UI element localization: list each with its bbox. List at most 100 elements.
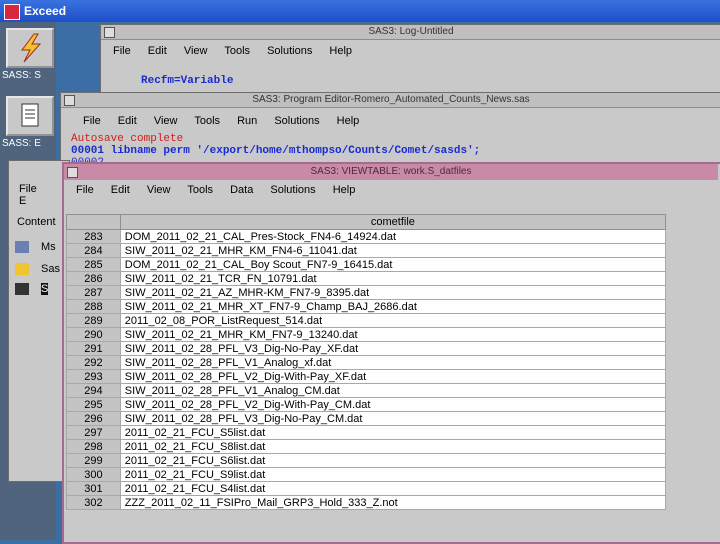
- table-row[interactable]: 290 SIW_2011_02_21_MHR_KM_FN7-9_13240.dat: [66, 327, 667, 342]
- table-row[interactable]: 300 2011_02_21_FCU_S9list.dat: [66, 467, 667, 482]
- cometfile-cell[interactable]: SIW_2011_02_28_PFL_V1_Analog_CM.dat: [119, 383, 667, 398]
- explorer-menu-file[interactable]: File: [19, 183, 37, 195]
- menu-solutions[interactable]: Solutions: [267, 45, 312, 57]
- row-number[interactable]: 295: [66, 397, 121, 412]
- cometfile-cell[interactable]: SIW_2011_02_21_MHR_KM_FN7-9_13240.dat: [119, 327, 667, 342]
- menu-file[interactable]: File: [83, 115, 101, 127]
- library-icon[interactable]: [15, 241, 29, 253]
- explorer-item-1[interactable]: Ms: [41, 241, 56, 253]
- table-row[interactable]: 288 SIW_2011_02_21_MHR_XT_FN7-9_Champ_BAJ…: [66, 299, 667, 314]
- row-number[interactable]: 283: [66, 229, 121, 244]
- explorer-contents-heading: Content: [17, 216, 56, 228]
- column-header-cometfile[interactable]: cometfile: [119, 214, 667, 230]
- row-number[interactable]: 292: [66, 355, 121, 370]
- table-row[interactable]: 286 SIW_2011_02_21_TCR_FN_10791.dat: [66, 271, 667, 286]
- row-number[interactable]: 287: [66, 285, 121, 300]
- row-number[interactable]: 296: [66, 411, 121, 426]
- menu-edit[interactable]: Edit: [148, 45, 167, 57]
- menu-help[interactable]: Help: [329, 45, 352, 57]
- cometfile-cell[interactable]: DOM_2011_02_21_CAL_Boy Scout_FN7-9_16415…: [119, 257, 667, 272]
- table-row[interactable]: 292 SIW_2011_02_28_PFL_V1_Analog_xf.dat: [66, 355, 667, 370]
- table-row[interactable]: 283 DOM_2011_02_21_CAL_Pres-Stock_FN4-6_1…: [66, 229, 667, 244]
- menu-data[interactable]: Data: [230, 184, 253, 196]
- table-row[interactable]: 297 2011_02_21_FCU_S5list.dat: [66, 425, 667, 440]
- exceed-logo-icon: [4, 4, 20, 20]
- close-icon[interactable]: [64, 95, 75, 106]
- table-row[interactable]: 295 SIW_2011_02_28_PFL_V2_Dig-With-Pay_CM…: [66, 397, 667, 412]
- viewtable-menubar: File Edit View Tools Data Solutions Help: [76, 184, 720, 202]
- cometfile-cell[interactable]: SIW_2011_02_28_PFL_V2_Dig-With-Pay_CM.da…: [119, 397, 667, 412]
- menu-view[interactable]: View: [184, 45, 208, 57]
- table-row[interactable]: 298 2011_02_21_FCU_S8list.dat: [66, 439, 667, 454]
- cometfile-cell[interactable]: 2011_02_21_FCU_S5list.dat: [119, 425, 667, 440]
- row-number[interactable]: 297: [66, 425, 121, 440]
- data-table: cometfile 283 DOM_2011_02_21_CAL_Pres-Sto…: [66, 214, 667, 510]
- row-number[interactable]: 286: [66, 271, 121, 286]
- row-number[interactable]: 291: [66, 341, 121, 356]
- row-number[interactable]: 300: [66, 467, 121, 482]
- row-number-header: [66, 214, 121, 230]
- menu-edit[interactable]: Edit: [118, 115, 137, 127]
- row-number[interactable]: 294: [66, 383, 121, 398]
- menu-view[interactable]: View: [154, 115, 178, 127]
- cometfile-cell[interactable]: 2011_02_21_FCU_S8list.dat: [119, 439, 667, 454]
- row-number[interactable]: 284: [66, 243, 121, 258]
- table-row[interactable]: 296 SIW_2011_02_28_PFL_V3_Dig-No-Pay_CM.d…: [66, 411, 667, 426]
- row-number[interactable]: 290: [66, 327, 121, 342]
- menu-view[interactable]: View: [147, 184, 171, 196]
- cometfile-cell[interactable]: SIW_2011_02_28_PFL_V3_Dig-No-Pay_CM.dat: [119, 411, 667, 426]
- table-row[interactable]: 299 2011_02_21_FCU_S6list.dat: [66, 453, 667, 468]
- dataset-icon[interactable]: [15, 283, 29, 295]
- menu-tools[interactable]: Tools: [224, 45, 250, 57]
- menu-help[interactable]: Help: [337, 115, 360, 127]
- menu-file[interactable]: File: [76, 184, 94, 196]
- cometfile-cell[interactable]: 2011_02_21_FCU_S9list.dat: [119, 467, 667, 482]
- cometfile-cell[interactable]: SIW_2011_02_28_PFL_V3_Dig-No-Pay_XF.dat: [119, 341, 667, 356]
- table-row[interactable]: 287 SIW_2011_02_21_AZ_MHR-KM_FN7-9_8395.d…: [66, 285, 667, 300]
- row-number[interactable]: 288: [66, 299, 121, 314]
- cometfile-cell[interactable]: ZZZ_2011_02_11_FSIPro_Mail_GRP3_Hold_333…: [119, 495, 667, 510]
- menu-tools[interactable]: Tools: [187, 184, 213, 196]
- cometfile-cell[interactable]: SIW_2011_02_21_TCR_FN_10791.dat: [119, 271, 667, 286]
- close-icon[interactable]: [67, 167, 78, 178]
- cometfile-cell[interactable]: SIW_2011_02_21_AZ_MHR-KM_FN7-9_8395.dat: [119, 285, 667, 300]
- cometfile-cell[interactable]: 2011_02_21_FCU_S6list.dat: [119, 453, 667, 468]
- row-number[interactable]: 302: [66, 495, 121, 510]
- cometfile-cell[interactable]: DOM_2011_02_21_CAL_Pres-Stock_FN4-6_1492…: [119, 229, 667, 244]
- table-row[interactable]: 285 DOM_2011_02_21_CAL_Boy Scout_FN7-9_16…: [66, 257, 667, 272]
- table-row[interactable]: 289 2011_02_08_POR_ListRequest_514.dat: [66, 313, 667, 328]
- menu-edit[interactable]: Edit: [111, 184, 130, 196]
- row-number[interactable]: 299: [66, 453, 121, 468]
- explorer-menu-edit[interactable]: E: [19, 195, 26, 207]
- menu-tools[interactable]: Tools: [194, 115, 220, 127]
- menu-help[interactable]: Help: [333, 184, 356, 196]
- sas-editor-button[interactable]: [6, 96, 54, 136]
- row-number[interactable]: 285: [66, 257, 121, 272]
- table-row[interactable]: 291 SIW_2011_02_28_PFL_V3_Dig-No-Pay_XF.d…: [66, 341, 667, 356]
- explorer-item-2[interactable]: Sas: [41, 263, 60, 275]
- editor-line-2[interactable]: 00001 libname perm '/export/home/mthomps…: [71, 145, 480, 157]
- cometfile-cell[interactable]: SIW_2011_02_21_MHR_XT_FN7-9_Champ_BAJ_26…: [119, 299, 667, 314]
- cometfile-cell[interactable]: 2011_02_21_FCU_S4list.dat: [119, 481, 667, 496]
- cometfile-cell[interactable]: SIW_2011_02_21_MHR_KM_FN4-6_11041.dat: [119, 243, 667, 258]
- menu-solutions[interactable]: Solutions: [274, 115, 319, 127]
- folder-icon[interactable]: [15, 263, 29, 275]
- menu-file[interactable]: File: [113, 45, 131, 57]
- cometfile-cell[interactable]: SIW_2011_02_28_PFL_V1_Analog_xf.dat: [119, 355, 667, 370]
- row-number[interactable]: 293: [66, 369, 121, 384]
- table-row[interactable]: 293 SIW_2011_02_28_PFL_V2_Dig-With-Pay_XF…: [66, 369, 667, 384]
- table-row[interactable]: 301 2011_02_21_FCU_S4list.dat: [66, 481, 667, 496]
- cometfile-cell[interactable]: 2011_02_08_POR_ListRequest_514.dat: [119, 313, 667, 328]
- cometfile-cell[interactable]: SIW_2011_02_28_PFL_V2_Dig-With-Pay_XF.da…: [119, 369, 667, 384]
- menu-run[interactable]: Run: [237, 115, 257, 127]
- row-number[interactable]: 289: [66, 313, 121, 328]
- row-number[interactable]: 301: [66, 481, 121, 496]
- table-row[interactable]: 294 SIW_2011_02_28_PFL_V1_Analog_CM.dat: [66, 383, 667, 398]
- table-row[interactable]: 302 ZZZ_2011_02_11_FSIPro_Mail_GRP3_Hold_…: [66, 495, 667, 510]
- menu-solutions[interactable]: Solutions: [270, 184, 315, 196]
- table-row[interactable]: 284 SIW_2011_02_21_MHR_KM_FN4-6_11041.dat: [66, 243, 667, 258]
- sas-launch-button[interactable]: [6, 28, 54, 68]
- explorer-item-3[interactable]: S: [41, 283, 49, 295]
- close-icon[interactable]: [104, 27, 115, 38]
- row-number[interactable]: 298: [66, 439, 121, 454]
